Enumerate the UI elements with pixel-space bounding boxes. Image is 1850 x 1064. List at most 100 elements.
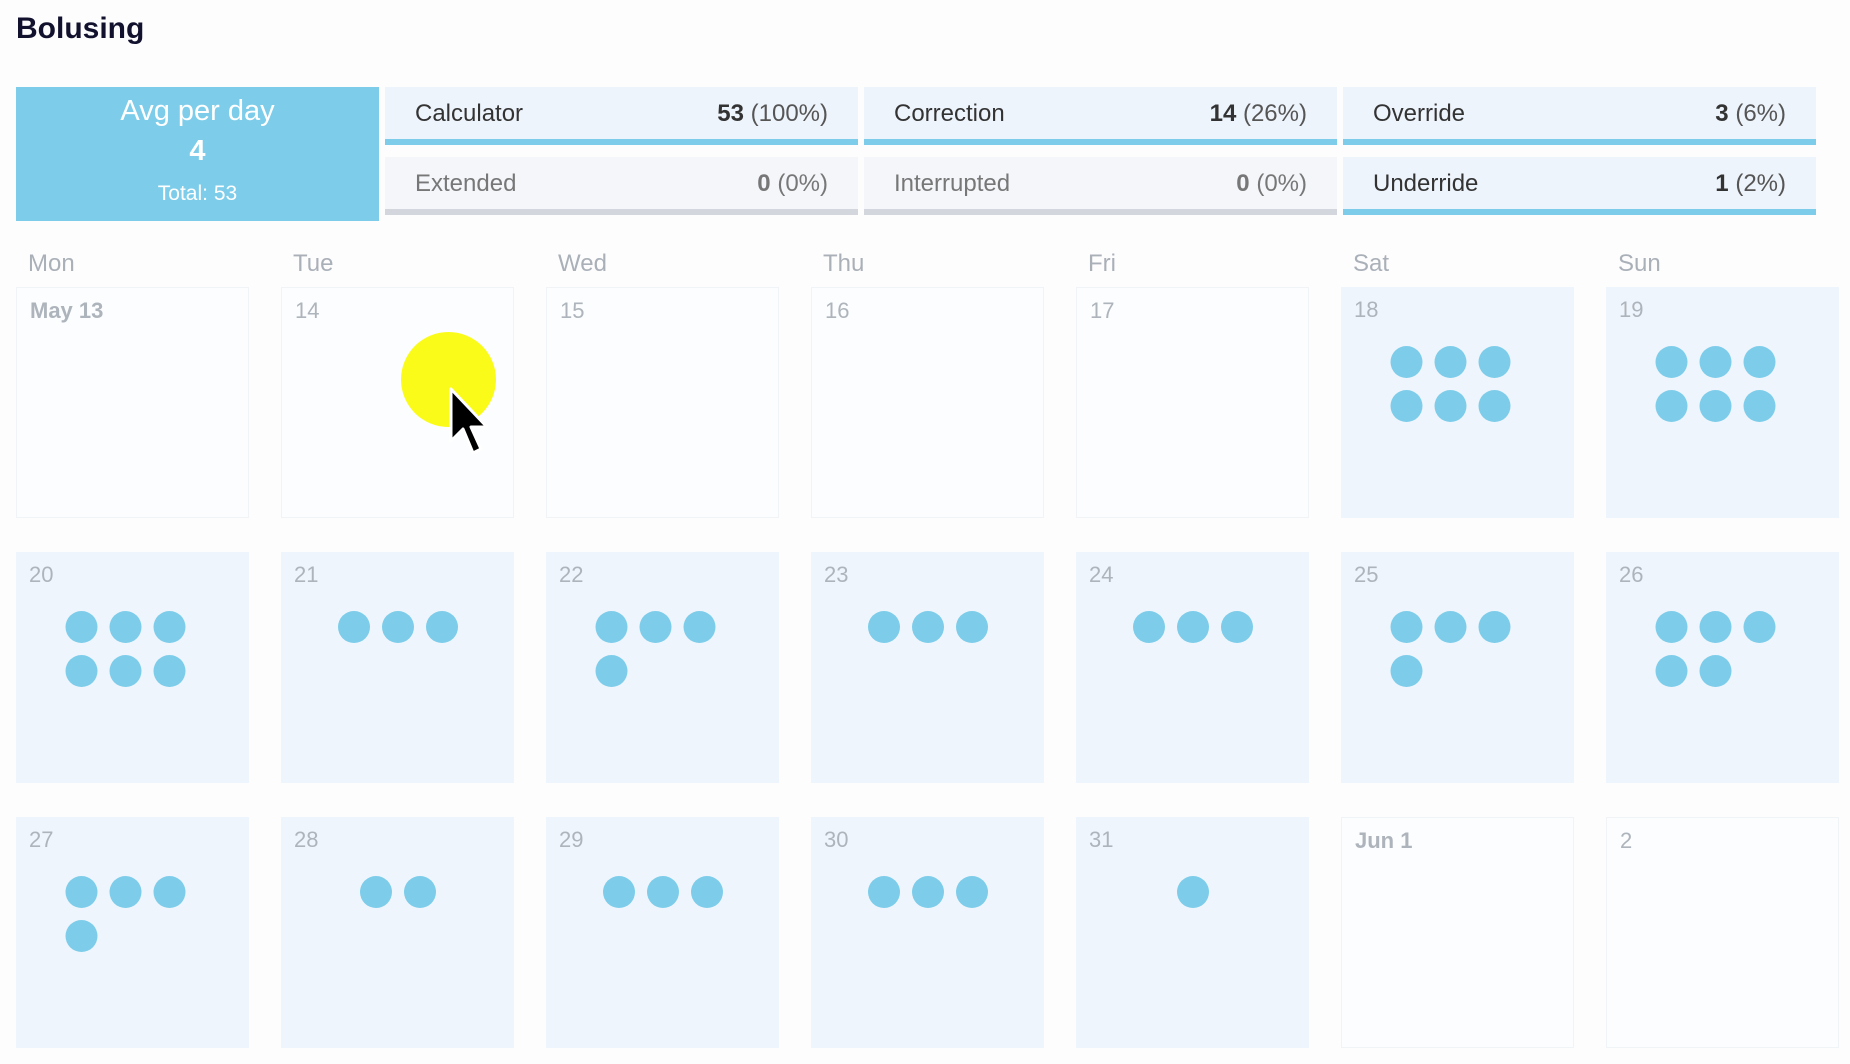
bolus-dot[interactable] bbox=[1390, 346, 1422, 378]
bolus-dot[interactable] bbox=[867, 611, 900, 643]
calendar-day-cell[interactable]: 19 bbox=[1606, 287, 1839, 518]
bolus-dot[interactable] bbox=[1699, 611, 1731, 643]
bolus-dot[interactable] bbox=[955, 876, 988, 908]
bolus-dots bbox=[867, 611, 988, 643]
bolus-dot[interactable] bbox=[1655, 390, 1687, 422]
bolus-dot[interactable] bbox=[1743, 390, 1775, 422]
bolus-dot[interactable] bbox=[1132, 611, 1165, 643]
bolus-dot[interactable] bbox=[690, 876, 723, 908]
mouse-pointer-icon bbox=[449, 387, 489, 455]
bolus-dots bbox=[1176, 876, 1209, 908]
bolus-dot[interactable] bbox=[337, 611, 370, 643]
calendar-day-cell[interactable]: 18 bbox=[1341, 287, 1574, 518]
bolus-dot[interactable] bbox=[1699, 655, 1731, 687]
bolus-dot[interactable] bbox=[867, 876, 900, 908]
bolus-dot[interactable] bbox=[1434, 611, 1466, 643]
bolus-dot[interactable] bbox=[1699, 346, 1731, 378]
calendar-day-cell[interactable]: 23 bbox=[811, 552, 1044, 783]
stat-count: 0 bbox=[1236, 170, 1250, 197]
bolus-dot[interactable] bbox=[153, 876, 185, 908]
bolus-dot[interactable] bbox=[425, 611, 458, 643]
bolus-dot[interactable] bbox=[359, 876, 392, 908]
bolus-dot[interactable] bbox=[65, 876, 97, 908]
stat-percent: (6%) bbox=[1735, 100, 1786, 127]
stat-count: 3 bbox=[1715, 100, 1729, 127]
weekday-sun: Sun bbox=[1618, 250, 1661, 277]
bolus-dots bbox=[602, 876, 723, 908]
calendar-day-cell[interactable]: 21 bbox=[281, 552, 514, 783]
calendar-day-cell[interactable]: 2 bbox=[1606, 817, 1839, 1048]
bolus-dot[interactable] bbox=[109, 611, 141, 643]
calendar-day-cell[interactable]: 16 bbox=[811, 287, 1044, 518]
stat-correction[interactable]: Correction 14 (26%) bbox=[864, 87, 1337, 145]
bolus-dot[interactable] bbox=[683, 611, 715, 643]
bolus-dot[interactable] bbox=[109, 876, 141, 908]
bolus-dot[interactable] bbox=[1743, 611, 1775, 643]
calendar-day-cell[interactable]: 31 bbox=[1076, 817, 1309, 1048]
bolus-dot[interactable] bbox=[153, 655, 185, 687]
bolus-dots bbox=[867, 876, 988, 908]
bolus-dot[interactable] bbox=[595, 655, 627, 687]
bolus-dot[interactable] bbox=[1478, 611, 1510, 643]
bolus-dot[interactable] bbox=[955, 611, 988, 643]
calendar-day-cell[interactable]: 25 bbox=[1341, 552, 1574, 783]
bolus-dot[interactable] bbox=[1655, 655, 1687, 687]
calendar-date-label: 23 bbox=[824, 562, 849, 587]
bolus-dot[interactable] bbox=[1390, 390, 1422, 422]
stat-extended[interactable]: Extended 0 (0%) bbox=[385, 157, 858, 215]
bolus-dot[interactable] bbox=[403, 876, 436, 908]
stat-underride[interactable]: Underride 1 (2%) bbox=[1343, 157, 1816, 215]
bolus-dot[interactable] bbox=[109, 655, 141, 687]
bolus-dot[interactable] bbox=[65, 611, 97, 643]
calendar-day-cell[interactable]: May 13 bbox=[16, 287, 249, 518]
calendar-day-cell[interactable]: 29 bbox=[546, 817, 779, 1048]
bolus-dot[interactable] bbox=[1176, 876, 1209, 908]
bolus-dots bbox=[1655, 346, 1790, 422]
calendar-date-label: Jun 1 bbox=[1355, 828, 1413, 853]
calendar-day-cell[interactable]: 22 bbox=[546, 552, 779, 783]
bolus-dots bbox=[1390, 346, 1525, 422]
avg-per-day-value: 4 bbox=[189, 135, 206, 167]
bolus-dot[interactable] bbox=[65, 655, 97, 687]
bolus-dot[interactable] bbox=[1655, 346, 1687, 378]
bolus-dot[interactable] bbox=[602, 876, 635, 908]
calendar-day-cell[interactable]: 26 bbox=[1606, 552, 1839, 783]
bolus-dot[interactable] bbox=[911, 611, 944, 643]
bolus-dot[interactable] bbox=[1176, 611, 1209, 643]
weekday-thu: Thu bbox=[823, 250, 865, 277]
calendar-date-label: 30 bbox=[824, 827, 849, 852]
bolus-dot[interactable] bbox=[639, 611, 671, 643]
bolus-dot[interactable] bbox=[646, 876, 679, 908]
bolus-dot[interactable] bbox=[1743, 346, 1775, 378]
calendar-day-cell[interactable]: 30 bbox=[811, 817, 1044, 1048]
calendar-date-label: 16 bbox=[825, 298, 850, 323]
bolus-dot[interactable] bbox=[153, 611, 185, 643]
bolus-dot[interactable] bbox=[1655, 611, 1687, 643]
calendar-day-cell[interactable]: 15 bbox=[546, 287, 779, 518]
bolus-dot[interactable] bbox=[911, 876, 944, 908]
calendar-day-cell[interactable]: 24 bbox=[1076, 552, 1309, 783]
stat-override[interactable]: Override 3 (6%) bbox=[1343, 87, 1816, 145]
bolus-dot[interactable] bbox=[1390, 611, 1422, 643]
bolus-dot[interactable] bbox=[1478, 346, 1510, 378]
stat-calculator[interactable]: Calculator 53 (100%) bbox=[385, 87, 858, 145]
bolus-dot[interactable] bbox=[65, 920, 97, 952]
stat-interrupted[interactable]: Interrupted 0 (0%) bbox=[864, 157, 1337, 215]
stat-label: Correction bbox=[894, 100, 1005, 127]
bolus-dot[interactable] bbox=[1390, 655, 1422, 687]
stat-label: Override bbox=[1373, 100, 1466, 127]
bolus-dot[interactable] bbox=[1220, 611, 1253, 643]
bolus-dot[interactable] bbox=[595, 611, 627, 643]
bolus-dot[interactable] bbox=[1699, 390, 1731, 422]
calendar-day-cell[interactable]: 20 bbox=[16, 552, 249, 783]
calendar-day-cell[interactable]: 27 bbox=[16, 817, 249, 1048]
bolus-dot[interactable] bbox=[381, 611, 414, 643]
calendar-day-cell[interactable]: 28 bbox=[281, 817, 514, 1048]
bolus-dot[interactable] bbox=[1434, 346, 1466, 378]
stat-percent: (2%) bbox=[1735, 170, 1786, 197]
bolus-dot[interactable] bbox=[1478, 390, 1510, 422]
calendar-day-cell[interactable]: 17 bbox=[1076, 287, 1309, 518]
calendar-day-cell[interactable]: Jun 1 bbox=[1341, 817, 1574, 1048]
bolus-dots bbox=[359, 876, 436, 908]
bolus-dot[interactable] bbox=[1434, 390, 1466, 422]
